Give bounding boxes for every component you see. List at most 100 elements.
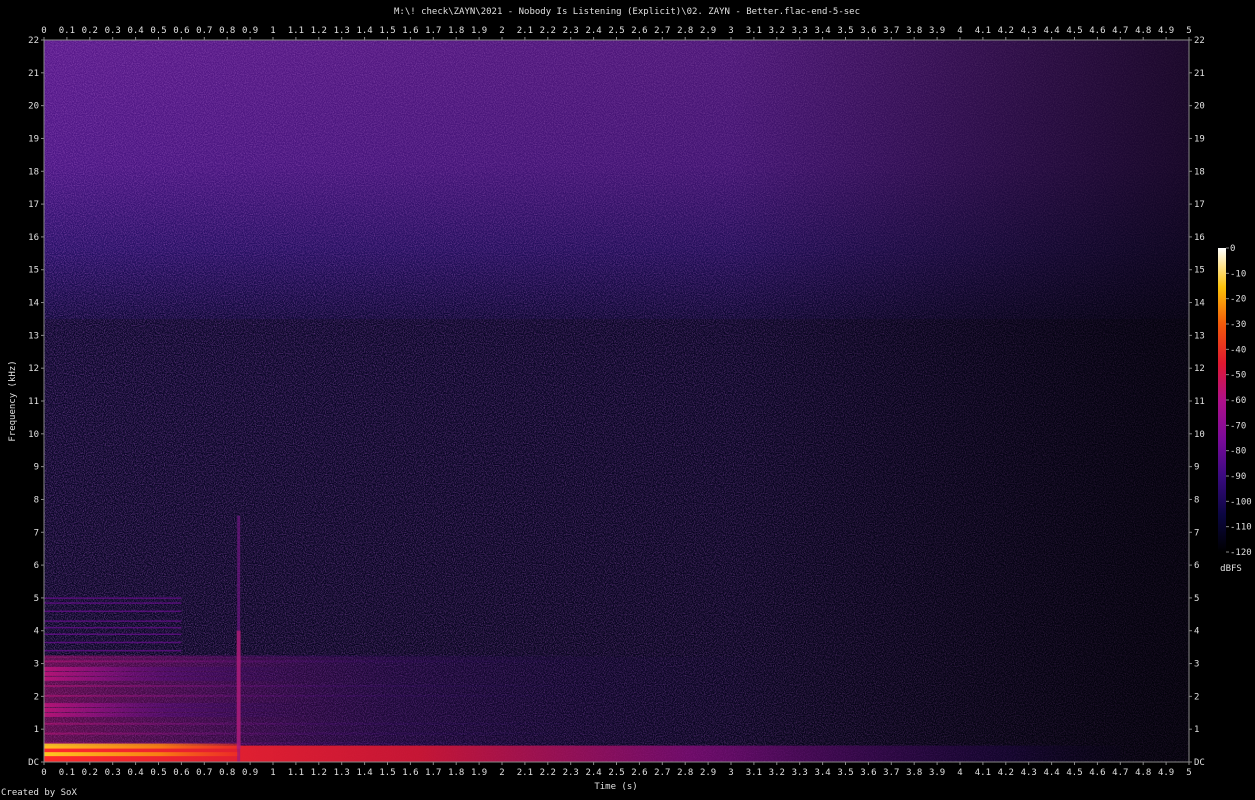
x-tick-label-top: 0.3 bbox=[105, 26, 121, 36]
x-tick-label-bottom: 3.6 bbox=[860, 768, 876, 778]
x-tick-label-bottom: 4.7 bbox=[1112, 768, 1128, 778]
x-tick-label-bottom: 2 bbox=[499, 768, 504, 778]
x-tick-label-top: 0.4 bbox=[127, 26, 143, 36]
x-tick-label-top: 4.2 bbox=[998, 26, 1014, 36]
x-tick-label-bottom: 2.2 bbox=[540, 768, 556, 778]
y-tick-label-left: 13 bbox=[28, 331, 39, 341]
x-tick-label-top: 1.4 bbox=[356, 26, 372, 36]
x-tick-label-top: 4.9 bbox=[1158, 26, 1174, 36]
right-fade bbox=[44, 40, 1189, 762]
x-tick-label-top: 2.9 bbox=[700, 26, 716, 36]
x-tick-label-top: 0 bbox=[41, 26, 46, 36]
x-tick-label-top: 4.5 bbox=[1066, 26, 1082, 36]
x-tick-label-bottom: 1.7 bbox=[425, 768, 441, 778]
x-tick-label-top: 0.2 bbox=[82, 26, 98, 36]
y-tick-label-right: 18 bbox=[1194, 167, 1205, 177]
x-tick-label-top: 4 bbox=[957, 26, 962, 36]
y-tick-label-left: 21 bbox=[28, 69, 39, 79]
y-tick-label-left: 5 bbox=[34, 594, 39, 604]
x-tick-label-bottom: 3.4 bbox=[814, 768, 830, 778]
y-tick-label-right: DC bbox=[1194, 758, 1205, 768]
y-tick-label-right: 5 bbox=[1194, 594, 1199, 604]
x-tick-label-bottom: 0.4 bbox=[127, 768, 143, 778]
x-tick-label-bottom: 4.1 bbox=[975, 768, 991, 778]
x-tick-label-top: 0.5 bbox=[150, 26, 166, 36]
colorbar-tick-label: -80 bbox=[1230, 447, 1246, 457]
x-tick-label-top: 2 bbox=[499, 26, 504, 36]
y-tick-label-right: 2 bbox=[1194, 692, 1199, 702]
x-tick-label-bottom: 4 bbox=[957, 768, 962, 778]
x-tick-label-top: 4.6 bbox=[1089, 26, 1105, 36]
y-tick-label-right: 13 bbox=[1194, 331, 1205, 341]
x-tick-label-top: 0.9 bbox=[242, 26, 258, 36]
x-tick-label-bottom: 0.8 bbox=[219, 768, 235, 778]
y-tick-label-right: 6 bbox=[1194, 561, 1199, 571]
x-tick-label-top: 1.8 bbox=[448, 26, 464, 36]
x-tick-label-top: 3.5 bbox=[837, 26, 853, 36]
y-tick-label-left: 15 bbox=[28, 266, 39, 276]
x-tick-label-bottom: 4.9 bbox=[1158, 768, 1174, 778]
y-tick-label-left: 14 bbox=[28, 299, 39, 309]
credit-text: Created by SoX bbox=[1, 788, 77, 798]
colorbar-ticks: 0 -10 -20 -30 -40 -50 -60 -70 -80 -90 -100 -110 -120 bbox=[1226, 244, 1252, 558]
y-tick-label-left: 3 bbox=[34, 660, 39, 670]
colorbar-label: dBFS bbox=[1220, 564, 1242, 574]
x-tick-label-top: 1.3 bbox=[334, 26, 350, 36]
x-tick-label-bottom: 0.6 bbox=[173, 768, 189, 778]
x-tick-label-bottom: 3.5 bbox=[837, 768, 853, 778]
x-tick-label-bottom: 3.8 bbox=[906, 768, 922, 778]
x-tick-label-bottom: 2.6 bbox=[631, 768, 647, 778]
x-tick-label-top: 1.6 bbox=[402, 26, 418, 36]
y-tick-label-right: 12 bbox=[1194, 364, 1205, 374]
x-tick-label-bottom: 1.1 bbox=[288, 768, 304, 778]
x-tick-label-top: 3.1 bbox=[746, 26, 762, 36]
x-tick-label-top: 3.2 bbox=[769, 26, 785, 36]
y-tick-label-right: 17 bbox=[1194, 200, 1205, 210]
y-tick-label-right: 19 bbox=[1194, 134, 1205, 144]
colorbar-tick-label: -50 bbox=[1230, 371, 1246, 381]
colorbar-gradient bbox=[1218, 248, 1226, 552]
x-tick-label-bottom: 3.3 bbox=[792, 768, 808, 778]
x-tick-label-bottom: 1.6 bbox=[402, 768, 418, 778]
y-tick-label-right: 7 bbox=[1194, 528, 1199, 538]
x-tick-label-bottom: 0 bbox=[41, 768, 46, 778]
colorbar-tick-label: -110 bbox=[1230, 523, 1252, 533]
x-tick-label-top: 1 bbox=[270, 26, 275, 36]
x-tick-label-bottom: 1.9 bbox=[471, 768, 487, 778]
y-tick-label-left: 2 bbox=[34, 692, 39, 702]
x-tick-label-top: 3.7 bbox=[883, 26, 899, 36]
y-tick-label-right: 16 bbox=[1194, 233, 1205, 243]
y-tick-label-left: 10 bbox=[28, 430, 39, 440]
colorbar-tick-label: -40 bbox=[1230, 345, 1246, 355]
x-tick-label-bottom: 2.4 bbox=[585, 768, 601, 778]
x-tick-label-bottom: 2.8 bbox=[677, 768, 693, 778]
x-axis-title: Time (s) bbox=[594, 782, 637, 792]
x-tick-label-top: 3.3 bbox=[792, 26, 808, 36]
x-tick-label-bottom: 3.2 bbox=[769, 768, 785, 778]
x-tick-label-bottom: 2.7 bbox=[654, 768, 670, 778]
y-tick-label-left: 4 bbox=[34, 627, 39, 637]
x-tick-label-bottom: 3.7 bbox=[883, 768, 899, 778]
x-tick-label-top: 4.3 bbox=[1021, 26, 1037, 36]
y-tick-label-left: 17 bbox=[28, 200, 39, 210]
x-tick-label-bottom: 0.1 bbox=[59, 768, 75, 778]
x-tick-label-bottom: 3.1 bbox=[746, 768, 762, 778]
x-tick-label-bottom: 1.2 bbox=[311, 768, 327, 778]
x-tick-label-top: 5 bbox=[1186, 26, 1191, 36]
x-tick-label-top: 0.1 bbox=[59, 26, 75, 36]
x-tick-label-bottom: 0.7 bbox=[196, 768, 212, 778]
y-tick-label-right: 11 bbox=[1194, 397, 1205, 407]
x-tick-label-bottom: 4.2 bbox=[998, 768, 1014, 778]
y-tick-label-right: 9 bbox=[1194, 463, 1199, 473]
y-axis-left: DC12345678910111213141516171819202122 bbox=[28, 36, 44, 768]
colorbar-tick-label: -30 bbox=[1230, 320, 1246, 330]
y-tick-label-left: 12 bbox=[28, 364, 39, 374]
x-tick-label-top: 1.9 bbox=[471, 26, 487, 36]
x-tick-label-top: 0.7 bbox=[196, 26, 212, 36]
y-tick-label-right: 1 bbox=[1194, 725, 1199, 735]
x-tick-label-top: 2.6 bbox=[631, 26, 647, 36]
x-tick-label-top: 2.4 bbox=[585, 26, 601, 36]
x-tick-label-top: 2.5 bbox=[608, 26, 624, 36]
y-tick-label-left: 9 bbox=[34, 463, 39, 473]
colorbar-tick-label: -90 bbox=[1230, 472, 1246, 482]
